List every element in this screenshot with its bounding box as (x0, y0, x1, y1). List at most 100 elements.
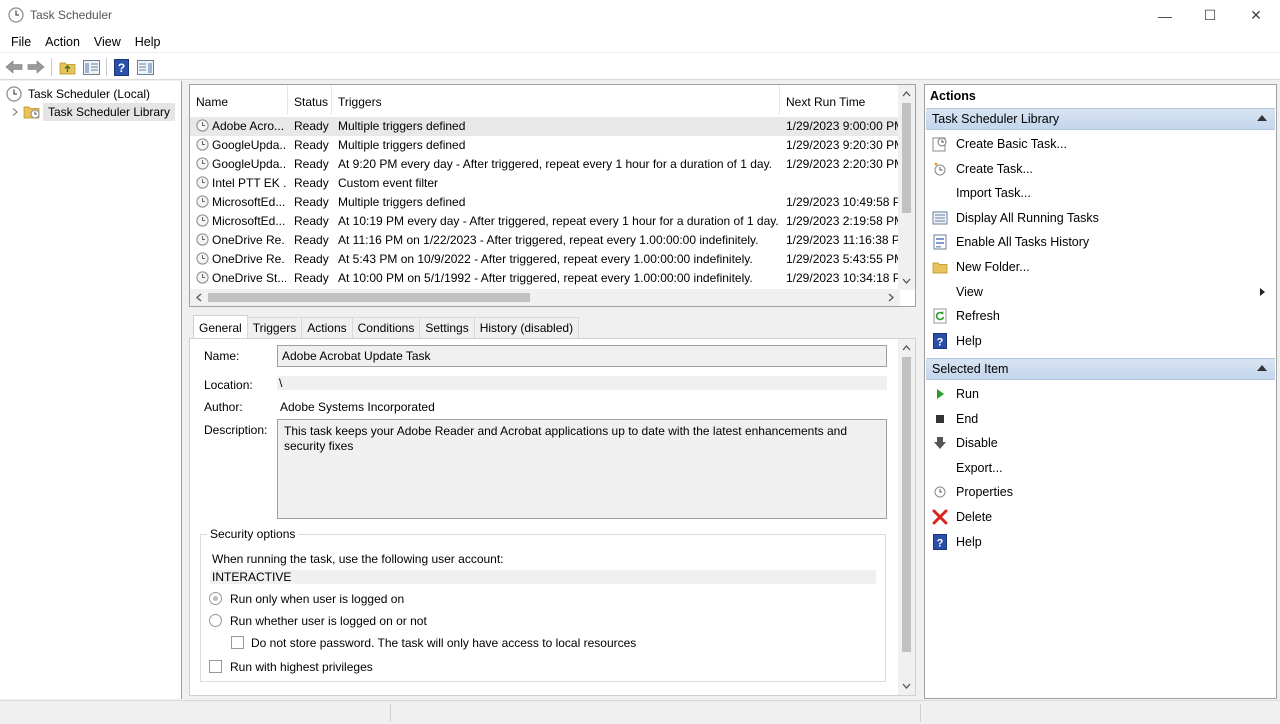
task-row[interactable]: GoogleUpda... Ready At 9:20 PM every day -… (190, 155, 900, 174)
menu-help[interactable]: Help (128, 35, 168, 49)
task-triggers: At 11:16 PM on 1/22/2023 - After trigger… (338, 233, 759, 247)
action-export[interactable]: Export... (925, 457, 1274, 479)
radio-run-whether-logged-on-label[interactable]: Run whether user is logged on or not (230, 614, 427, 628)
action-new-folder[interactable]: New Folder... (925, 256, 1274, 278)
task-next-run-time: 1/29/2023 2:20:30 PM (786, 157, 900, 171)
task-status: Ready (294, 271, 329, 285)
description-field[interactable]: This task keeps your Adobe Reader and Ac… (277, 419, 887, 519)
radio-run-when-logged-on[interactable] (209, 592, 222, 605)
action-label: Create Basic Task... (956, 137, 1067, 151)
action-create-basic-task[interactable]: Create Basic Task... (925, 133, 1274, 155)
action-disable[interactable]: Disable (925, 432, 1274, 454)
action-help[interactable]: ? Help (925, 330, 1274, 352)
scroll-right-icon[interactable] (884, 289, 898, 306)
column-header-next-run-time[interactable]: Next Run Time (780, 85, 900, 115)
tab-settings[interactable]: Settings (419, 317, 475, 339)
task-row[interactable]: OneDrive Re... Ready At 5:43 PM on 10/9/20… (190, 250, 900, 269)
column-header-name[interactable]: Name (190, 85, 288, 115)
detail-scroll-thumb[interactable] (902, 357, 911, 652)
tab-conditions[interactable]: Conditions (351, 317, 421, 339)
action-enable-all-tasks-history[interactable]: Enable All Tasks History (925, 231, 1274, 253)
action-refresh[interactable]: Refresh (925, 305, 1274, 327)
task-row[interactable]: MicrosoftEd... Ready At 10:19 PM every day… (190, 212, 900, 231)
menu-file[interactable]: File (0, 35, 38, 49)
close-button[interactable]: ✕ (1233, 0, 1279, 31)
task-row[interactable]: Adobe Acro... Ready Multiple triggers defi… (190, 117, 900, 136)
run-icon (932, 386, 948, 402)
checkbox-do-not-store-password-label[interactable]: Do not store password. The task will onl… (251, 636, 636, 650)
column-header-status[interactable]: Status (288, 85, 332, 115)
action-properties[interactable]: Properties (925, 481, 1274, 503)
action-create-task[interactable]: Create Task... (925, 158, 1274, 180)
create-task-icon (932, 161, 948, 177)
scroll-up-icon[interactable] (898, 341, 915, 355)
task-row[interactable]: OneDrive Re... Ready At 11:16 PM on 1/22/2… (190, 231, 900, 250)
user-account-value: INTERACTIVE (212, 570, 292, 584)
action-label: Help (956, 333, 982, 348)
tab-actions[interactable]: Actions (301, 317, 353, 339)
up-folder-icon[interactable] (58, 58, 76, 76)
tab-history[interactable]: History (disabled) (473, 317, 580, 339)
task-clock-icon (196, 195, 209, 211)
task-status: Ready (294, 138, 329, 152)
task-triggers: Multiple triggers defined (338, 138, 466, 152)
tab-general[interactable]: General (193, 315, 248, 339)
action-view[interactable]: View (925, 281, 1274, 303)
checkbox-highest-privileges[interactable] (209, 660, 222, 673)
help-icon[interactable]: ? (112, 58, 130, 76)
scroll-up-icon[interactable] (898, 87, 915, 101)
general-tab-panel: Name: Adobe Acrobat Update Task Location… (189, 338, 916, 696)
svg-text:?: ? (117, 61, 124, 75)
task-list-horizontal-scrollbar[interactable] (190, 289, 900, 306)
detail-vertical-scrollbar[interactable] (898, 339, 915, 695)
task-list-vertical-scrollbar[interactable] (898, 85, 915, 290)
scroll-down-icon[interactable] (898, 274, 915, 288)
status-bar (0, 700, 1280, 724)
scroll-left-icon[interactable] (192, 289, 206, 306)
task-name: GoogleUpda... (212, 138, 286, 152)
name-field[interactable]: Adobe Acrobat Update Task (277, 345, 887, 367)
task-row[interactable]: MicrosoftEd... Ready Multiple triggers def… (190, 193, 900, 212)
action-delete[interactable]: Delete (925, 506, 1274, 528)
actions-section-selected-item[interactable]: Selected Item (926, 358, 1275, 380)
collapse-caret-icon[interactable] (1257, 365, 1267, 371)
chevron-right-icon[interactable] (10, 107, 20, 117)
title-bar: Task Scheduler — ☐ ✕ (0, 0, 1280, 31)
tree-item-task-scheduler-library[interactable]: Task Scheduler Library (10, 103, 176, 121)
show-hide-action-pane-icon[interactable] (136, 58, 154, 76)
action-import-task[interactable]: Import Task... (925, 182, 1274, 204)
task-name: MicrosoftEd... (212, 195, 286, 209)
task-next-run-time: 1/29/2023 11:16:38 PM (786, 233, 900, 247)
tab-triggers[interactable]: Triggers (246, 317, 303, 339)
radio-run-whether-logged-on[interactable] (209, 614, 222, 627)
task-status: Ready (294, 176, 329, 190)
back-arrow-icon[interactable] (5, 58, 23, 76)
task-scheduler-app-icon (8, 7, 24, 23)
action-label: View (956, 284, 983, 299)
minimize-button[interactable]: — (1142, 0, 1188, 31)
horizontal-scroll-thumb[interactable] (208, 293, 530, 302)
show-hide-tree-icon[interactable] (82, 58, 100, 76)
maximize-button[interactable]: ☐ (1187, 0, 1233, 31)
forward-arrow-icon[interactable] (27, 58, 45, 76)
tree-item-task-scheduler-local[interactable]: Task Scheduler (Local) (6, 85, 154, 103)
menu-view[interactable]: View (87, 35, 128, 49)
action-help[interactable]: ? Help (925, 531, 1274, 553)
radio-run-when-logged-on-label[interactable]: Run only when user is logged on (230, 592, 404, 606)
collapse-caret-icon[interactable] (1257, 115, 1267, 121)
task-status: Ready (294, 252, 329, 266)
action-run[interactable]: Run (925, 383, 1274, 405)
menu-action[interactable]: Action (38, 35, 87, 49)
column-header-triggers[interactable]: Triggers (332, 85, 780, 115)
vertical-scroll-thumb[interactable] (902, 103, 911, 213)
checkbox-do-not-store-password[interactable] (231, 636, 244, 649)
task-row[interactable]: Intel PTT EK ... Ready Custom event filter (190, 174, 900, 193)
task-row[interactable]: OneDrive St... Ready At 10:00 PM on 5/1/19… (190, 269, 900, 288)
checkbox-highest-privileges-label[interactable]: Run with highest privileges (230, 660, 373, 674)
actions-section-library[interactable]: Task Scheduler Library (926, 108, 1275, 130)
scroll-down-icon[interactable] (898, 679, 915, 693)
action-display-all-running-tasks[interactable]: Display All Running Tasks (925, 207, 1274, 229)
task-row[interactable]: GoogleUpda... Ready Multiple triggers defi… (190, 136, 900, 155)
action-end[interactable]: End (925, 408, 1274, 430)
status-bar-divider (390, 704, 391, 722)
